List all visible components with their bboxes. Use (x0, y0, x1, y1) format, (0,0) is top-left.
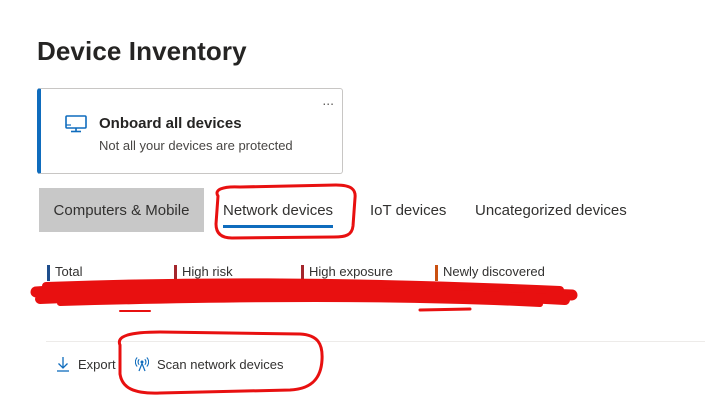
tab-label: Uncategorized devices (475, 201, 627, 219)
monitor-icon (65, 115, 87, 138)
stat-high-risk: High risk (174, 264, 233, 282)
active-tab-indicator (223, 225, 334, 228)
export-label: Export (78, 356, 116, 372)
stat-color-bar (301, 265, 304, 281)
tab-network-devices[interactable]: Network devices (223, 188, 334, 232)
onboard-card-subtitle: Not all your devices are protected (99, 138, 293, 153)
export-button[interactable]: Export (56, 354, 116, 374)
stat-color-bar (47, 265, 50, 281)
toolbar-divider (46, 341, 705, 342)
tab-label: Network devices (223, 201, 334, 219)
stat-high-exposure: High exposure (301, 264, 393, 282)
stat-newly-discovered: Newly discovered (435, 264, 545, 282)
tab-uncategorized-devices[interactable]: Uncategorized devices (475, 188, 627, 232)
stat-total: Total (47, 264, 82, 282)
download-icon (57, 357, 69, 372)
tab-label: Computers & Mobile (53, 201, 190, 219)
onboard-card-title: Onboard all devices (99, 115, 242, 132)
redaction-scribble (30, 278, 578, 312)
stat-color-bar (174, 265, 177, 281)
tab-label: IoT devices (370, 201, 447, 219)
stat-label: Newly discovered (443, 264, 545, 279)
tab-computers-mobile[interactable]: Computers & Mobile (39, 188, 204, 232)
antenna-icon (135, 357, 149, 372)
page-title: Device Inventory (37, 36, 247, 66)
stat-color-bar (435, 265, 438, 281)
tab-iot-devices[interactable]: IoT devices (370, 188, 446, 232)
stat-label: Total (55, 264, 83, 279)
stat-label: High exposure (309, 264, 393, 279)
more-options-icon[interactable]: ... (322, 93, 334, 107)
scan-network-devices-button[interactable]: Scan network devices (135, 354, 283, 374)
onboard-devices-card[interactable]: ... Onboard all devices Not all your dev… (37, 88, 343, 174)
stat-label: High risk (182, 264, 233, 279)
scan-label: Scan network devices (157, 356, 284, 372)
